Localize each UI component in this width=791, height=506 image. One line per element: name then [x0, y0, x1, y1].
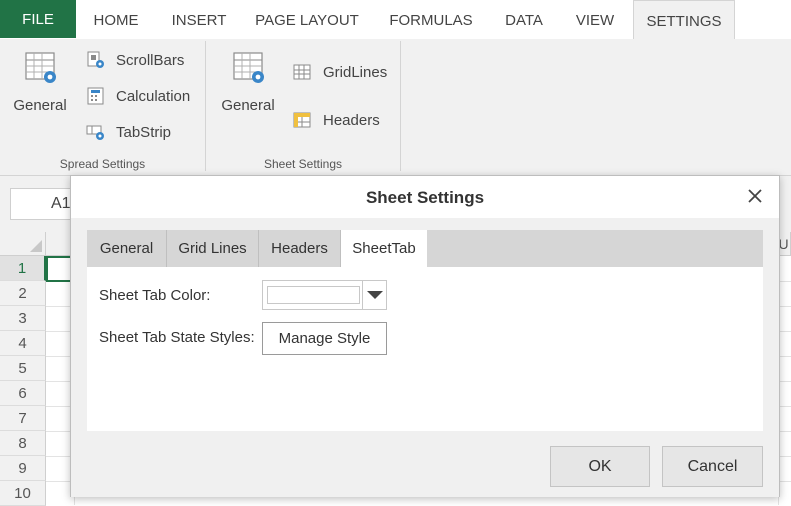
tabstrip-label: TabStrip	[116, 123, 172, 141]
tab-home[interactable]: HOME	[80, 0, 152, 40]
sheet-settings-group-label: Sheet Settings	[263, 157, 343, 171]
group-divider	[400, 41, 401, 171]
gridlines-icon	[293, 64, 311, 80]
scrollbars-button[interactable]: ScrollBars	[86, 48, 184, 72]
gridlines-button[interactable]: GridLines	[293, 60, 387, 84]
row-header[interactable]: 6	[0, 381, 46, 406]
calculation-label: Calculation	[116, 87, 191, 105]
row-header[interactable]: 7	[0, 406, 46, 431]
row-header[interactable]: 3	[0, 306, 46, 331]
tabstrip-icon	[86, 125, 104, 140]
spread-settings-group-label: Spread Settings	[59, 157, 146, 171]
select-all-corner[interactable]	[0, 232, 46, 256]
tab-view[interactable]: VIEW	[562, 0, 628, 40]
spreadsheet-settings-icon	[25, 52, 56, 83]
tab-data[interactable]: DATA	[494, 0, 554, 40]
spread-general-label: General	[13, 97, 67, 114]
scrollbars-icon	[87, 51, 104, 68]
row-header[interactable]: 9	[0, 456, 46, 481]
row-header[interactable]: 10	[0, 481, 46, 506]
group-divider	[205, 41, 206, 171]
row-header[interactable]: 2	[0, 281, 46, 306]
row-header[interactable]: 4	[0, 331, 46, 356]
sheet-settings-icon	[233, 52, 264, 83]
chevron-down-icon[interactable]	[362, 281, 386, 309]
dialog-tab-strip: General Grid Lines Headers SheetTab	[87, 230, 763, 267]
headers-button[interactable]: Headers	[293, 108, 380, 132]
close-icon[interactable]	[745, 186, 765, 206]
sheet-settings-dialog: Sheet Settings General Grid Lines Header…	[70, 175, 780, 497]
sheettab-panel: Sheet Tab Color: Sheet Tab State Styles:…	[87, 267, 763, 431]
headers-icon	[293, 112, 311, 128]
calculation-button[interactable]: Calculation	[86, 84, 190, 108]
manage-style-button[interactable]: Manage Style	[262, 322, 387, 355]
ribbon-panel: General ScrollBars Calculation TabStrip …	[0, 39, 791, 176]
tab-insert[interactable]: INSERT	[158, 0, 240, 40]
calculator-icon	[87, 87, 104, 105]
headers-label: Headers	[323, 111, 380, 129]
dialog-body: General Grid Lines Headers SheetTab Shee…	[71, 218, 779, 497]
dialog-tab-grid-lines[interactable]: Grid Lines	[167, 230, 259, 267]
dialog-tab-headers[interactable]: Headers	[259, 230, 341, 267]
row-header[interactable]: 8	[0, 431, 46, 456]
gridlines-label: GridLines	[323, 63, 388, 81]
tab-file[interactable]: FILE	[0, 0, 76, 38]
color-swatch	[267, 286, 360, 304]
ribbon-tab-bar: FILE HOME INSERT PAGE LAYOUT FORMULAS DA…	[0, 0, 791, 41]
sheet-tab-color-picker[interactable]	[262, 280, 387, 310]
spread-general-button[interactable]: General	[10, 49, 70, 114]
ok-button[interactable]: OK	[550, 446, 650, 487]
sheet-tab-color-label: Sheet Tab Color:	[99, 287, 211, 304]
row-header[interactable]: 1	[0, 256, 46, 281]
tab-page-layout[interactable]: PAGE LAYOUT	[246, 0, 368, 40]
cancel-button[interactable]: Cancel	[662, 446, 763, 487]
tabstrip-button[interactable]: TabStrip	[86, 120, 171, 144]
sheet-general-label: General	[221, 97, 275, 114]
tab-formulas[interactable]: FORMULAS	[376, 0, 486, 40]
dialog-tab-general[interactable]: General	[87, 230, 167, 267]
sheet-general-button[interactable]: General	[218, 49, 278, 114]
scrollbars-label: ScrollBars	[116, 51, 185, 69]
sheet-tab-state-styles-label: Sheet Tab State Styles:	[99, 329, 255, 346]
dialog-title: Sheet Settings	[365, 188, 485, 207]
row-header[interactable]: 5	[0, 356, 46, 381]
dialog-tab-sheettab[interactable]: SheetTab	[341, 230, 427, 267]
tab-settings[interactable]: SETTINGS	[633, 0, 735, 41]
